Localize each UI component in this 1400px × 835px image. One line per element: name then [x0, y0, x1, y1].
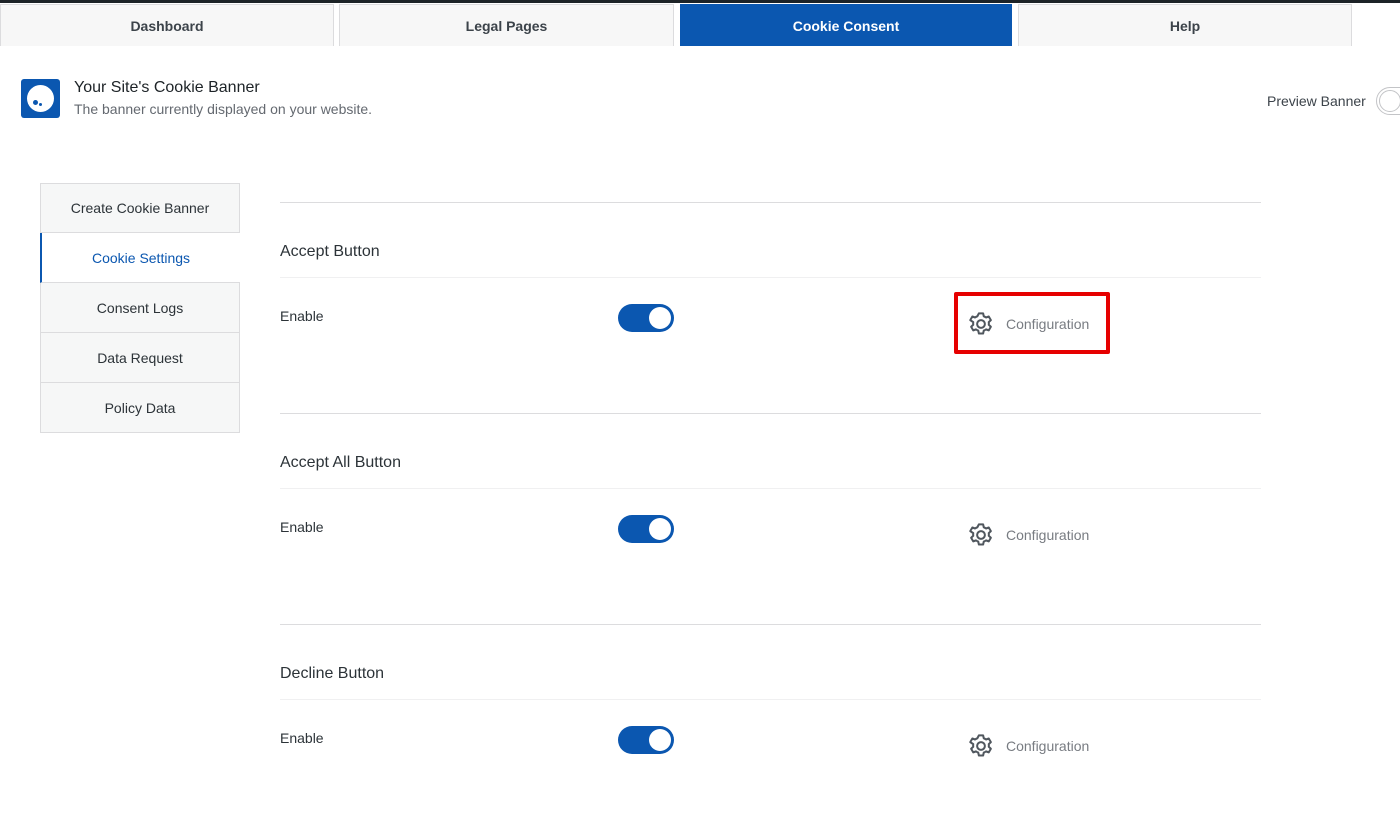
- divider: [280, 277, 1261, 278]
- sidenav-create-cookie-banner[interactable]: Create Cookie Banner: [40, 183, 240, 233]
- accept-all-button-enable-toggle[interactable]: [618, 515, 674, 543]
- section-title: Accept All Button: [280, 454, 401, 471]
- sidenav-policy-data[interactable]: Policy Data: [40, 383, 240, 433]
- sidenav-data-request[interactable]: Data Request: [40, 333, 240, 383]
- divider: [280, 699, 1261, 700]
- preview-banner-label: Preview Banner: [1267, 93, 1366, 109]
- settings-side-nav: Create Cookie Banner Cookie Settings Con…: [40, 183, 240, 433]
- enable-label: Enable: [280, 519, 324, 535]
- toggle-knob: [1379, 90, 1400, 112]
- accept-all-button-configuration-link[interactable]: Configuration: [966, 520, 1089, 550]
- tab-cookie-consent[interactable]: Cookie Consent: [680, 4, 1012, 46]
- banner-subtitle: The banner currently displayed on your w…: [74, 101, 373, 117]
- preview-banner-toggle[interactable]: [1376, 87, 1400, 115]
- decline-button-enable-toggle[interactable]: [618, 726, 674, 754]
- configuration-label: Configuration: [1006, 527, 1090, 543]
- gear-icon: [969, 523, 992, 546]
- accept-button-section: Accept Button Enable Configuration: [280, 202, 1261, 413]
- accept-all-button-section: Accept All Button Enable Configuration: [280, 413, 1261, 624]
- accept-button-enable-toggle[interactable]: [618, 304, 674, 332]
- tab-help[interactable]: Help: [1018, 4, 1352, 46]
- decline-button-configuration-link[interactable]: Configuration: [966, 731, 1089, 761]
- sidenav-cookie-settings[interactable]: Cookie Settings: [40, 233, 240, 283]
- cookie-logo-icon: [21, 79, 60, 118]
- tab-legal-pages[interactable]: Legal Pages: [339, 4, 674, 46]
- decline-button-section: Decline Button Enable Configuration: [280, 624, 1261, 835]
- top-tabs: Dashboard Legal Pages Cookie Consent Hel…: [0, 4, 1400, 47]
- enable-label: Enable: [280, 730, 324, 746]
- section-title: Decline Button: [280, 665, 385, 682]
- enable-label: Enable: [280, 308, 324, 324]
- configuration-label: Configuration: [1006, 738, 1090, 754]
- section-title: Accept Button: [280, 243, 380, 260]
- window-top-border: [0, 0, 1400, 3]
- sidenav-consent-logs[interactable]: Consent Logs: [40, 283, 240, 333]
- banner-title: Your Site's Cookie Banner: [74, 79, 260, 96]
- divider: [280, 624, 1261, 625]
- divider: [280, 488, 1261, 489]
- divider: [280, 413, 1261, 414]
- gear-icon: [969, 734, 992, 757]
- divider: [280, 202, 1261, 203]
- configuration-highlight-box: [954, 292, 1110, 354]
- tab-dashboard[interactable]: Dashboard: [0, 4, 334, 46]
